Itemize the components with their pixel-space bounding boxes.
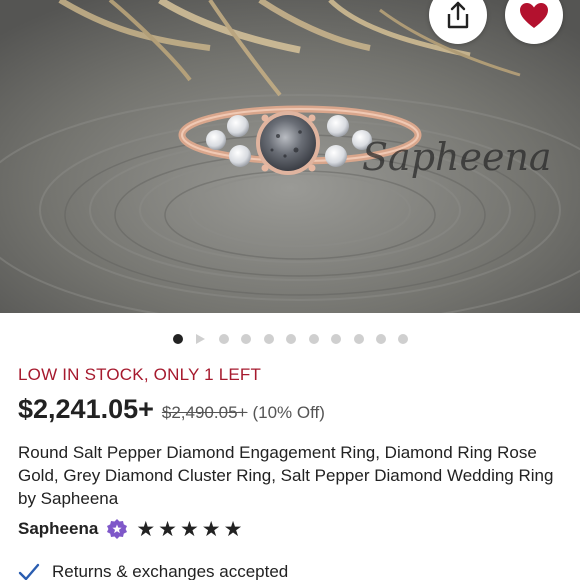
stock-status: LOW IN STOCK, ONLY 1 LEFT [18, 365, 262, 384]
star-rating[interactable]: ★ ★ ★ ★ ★ [136, 519, 245, 540]
carousel-dot[interactable] [264, 334, 274, 344]
carousel-dot[interactable] [376, 334, 386, 344]
listing-title: Round Salt Pepper Diamond Engagement Rin… [18, 443, 554, 508]
star-icon: ★ [179, 517, 199, 541]
carousel-dot[interactable] [219, 334, 229, 344]
current-price: $2,241.05+ [18, 394, 154, 424]
shop-name-link[interactable]: Sapheena [18, 519, 98, 539]
checkmark-icon [18, 563, 40, 580]
carousel-dot-active[interactable] [173, 334, 183, 344]
shop-row[interactable]: Sapheena ★ ★ ★ ★ ★ [18, 518, 245, 540]
heart-icon [520, 2, 548, 28]
carousel-dot[interactable] [398, 334, 408, 344]
star-icon: ★ [201, 517, 221, 541]
video-play-icon[interactable] [196, 334, 205, 344]
carousel-dot[interactable] [354, 334, 364, 344]
returns-policy: Returns & exchanges accepted [18, 562, 288, 580]
carousel-dot[interactable] [309, 334, 319, 344]
price-row: $2,241.05+ $2,490.05+ (10% Off) [18, 394, 325, 425]
ring-photo: Sapheena [0, 0, 580, 313]
carousel-dot[interactable] [286, 334, 296, 344]
carousel-dot[interactable] [241, 334, 251, 344]
star-icon: ★ [136, 517, 156, 541]
listing-image[interactable]: Sapheena [0, 0, 580, 313]
star-seller-badge-icon [107, 519, 128, 539]
carousel-dot[interactable] [331, 334, 341, 344]
star-icon: ★ [158, 517, 177, 541]
carousel-indicators[interactable] [0, 332, 580, 346]
original-price: $2,490.05+ [161, 403, 248, 422]
sapheena-watermark: Sapheena [362, 135, 552, 179]
star-icon: ★ [223, 517, 243, 541]
share-icon [447, 1, 469, 29]
returns-text: Returns & exchanges accepted [52, 562, 289, 580]
discount-label: (10% Off) [252, 403, 325, 422]
